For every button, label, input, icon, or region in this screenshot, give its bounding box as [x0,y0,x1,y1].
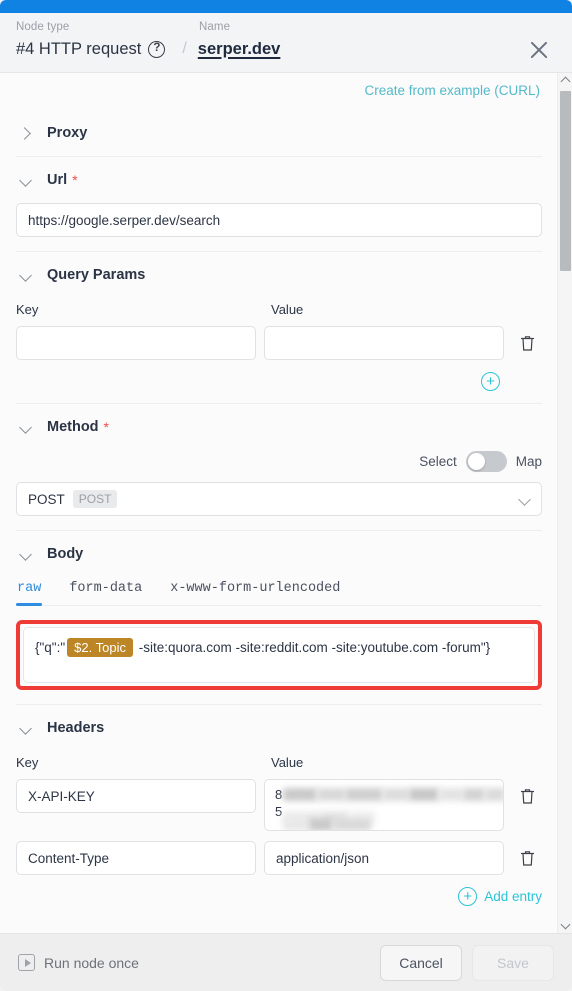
section-method-title: Method [47,419,99,435]
node-name-value[interactable]: serper.dev [198,40,281,59]
panel-top-accent-bar [0,0,572,13]
node-type-value: #4 HTTP request [16,40,142,58]
expression-chip[interactable]: $2. Topic [67,638,133,657]
redacted-first-char: 8 [274,787,283,802]
create-from-curl-link[interactable]: Create from example (CURL) [364,83,540,98]
blur-block [438,788,463,801]
section-method: Method * Select Map POST POST [16,403,542,530]
node-detail-panel: Node type Name #4 HTTP request ? / serpe… [0,0,572,991]
body-tabs: raw form-data x-www-form-urlencoded [16,577,542,606]
section-headers: Headers Key Value 8 [16,704,542,916]
trash-icon[interactable] [513,326,542,360]
section-proxy-title: Proxy [47,125,88,141]
required-asterisk: * [103,419,109,435]
run-node-once-button[interactable]: Run node once [18,954,139,971]
query-param-value-input[interactable] [263,326,504,360]
section-proxy-header[interactable]: Proxy [16,110,542,156]
blur-block [282,788,317,801]
chevron-down-icon [16,170,36,190]
headers-value-label: Value [271,755,304,770]
url-input[interactable] [16,203,542,237]
node-name-label: Name [199,21,231,33]
header-row [16,841,542,885]
panel-footer: Run node once Cancel Save [0,933,572,991]
section-headers-header[interactable]: Headers [16,705,542,751]
blur-block [308,818,333,830]
section-body-title: Body [47,546,84,562]
chevron-right-icon [16,123,36,143]
tab-x-www-form-urlencoded[interactable]: x-www-form-urlencoded [169,579,341,605]
save-button[interactable]: Save [472,944,554,981]
blur-block [462,788,485,801]
blur-block [316,788,345,801]
toggle-map-label: Map [515,454,542,469]
redacted-first-char: 5 [274,804,283,819]
section-url: Url * [16,156,542,251]
section-query-params-title: Query Params [47,267,146,283]
play-icon [18,954,35,971]
blur-block [484,788,503,801]
chevron-down-icon [16,417,36,437]
header-key-input[interactable] [16,841,256,875]
method-selected-chip: POST [72,490,118,508]
body-prefix-text: {"q":" [35,640,66,655]
section-query-params: Query Params Key Value + [16,251,542,403]
header-value-input[interactable] [263,841,504,875]
method-select[interactable]: POST POST [16,482,542,516]
panel-header: Node type Name #4 HTTP request ? / serpe… [0,13,572,73]
query-param-key-input[interactable] [16,326,256,360]
chevron-down-icon [16,265,36,285]
header-row: 8 5 [16,779,542,841]
method-selected-value: POST [28,491,65,507]
headers-key-label: Key [16,755,39,770]
tab-raw[interactable]: raw [16,579,43,606]
section-url-header[interactable]: Url * [16,157,542,203]
query-params-key-label: Key [16,302,39,317]
trash-icon[interactable] [513,841,542,875]
plus-circle-icon[interactable]: + [458,887,478,906]
toggle-select-label: Select [419,454,457,469]
chevron-down-icon [16,718,36,738]
blur-block [408,788,439,801]
cancel-button[interactable]: Cancel [380,944,462,981]
tab-form-data[interactable]: form-data [68,579,143,605]
section-proxy: Proxy [16,110,542,156]
select-map-toggle[interactable] [465,451,507,472]
header-separator: / [182,40,187,57]
query-params-value-label: Value [271,302,304,317]
blur-block [344,788,383,801]
body-suffix-text: -site:quora.com -site:reddit.com -site:y… [134,640,491,655]
section-query-params-header[interactable]: Query Params [16,252,542,298]
chevron-down-icon [518,493,531,506]
trash-icon[interactable] [513,779,542,813]
section-body: Body raw form-data x-www-form-urlencoded… [16,530,542,690]
query-param-row [16,326,542,370]
plus-circle-icon[interactable]: + [481,372,500,391]
node-type-label: Node type [16,21,70,33]
section-url-title: Url [47,172,68,188]
blur-block [382,788,409,801]
header-key-input[interactable] [16,779,256,813]
scroll-up-arrow-icon[interactable] [558,73,572,87]
question-circle-icon[interactable]: ? [148,40,166,58]
body-editor-highlight: {"q":" $2. Topic -site:quora.com -site:re… [16,620,542,690]
blur-block [282,818,309,830]
scroll-down-arrow-icon[interactable] [558,919,572,933]
header-value-redacted-input[interactable]: 8 5 [263,779,504,831]
vertical-scrollbar[interactable] [557,73,572,933]
close-icon[interactable] [526,37,552,63]
section-headers-title: Headers [47,720,105,736]
section-method-header[interactable]: Method * [16,404,542,450]
panel-scroll-body: Create from example (CURL) Proxy Url * h… [0,73,572,933]
chevron-down-icon [16,544,36,564]
add-entry-button[interactable]: Add entry [484,889,542,904]
body-raw-editor[interactable]: {"q":" $2. Topic -site:quora.com -site:re… [23,627,535,683]
run-node-once-label: Run node once [44,954,139,971]
scrollbar-thumb[interactable] [560,91,571,271]
section-body-header[interactable]: Body [16,531,542,577]
toggle-knob [467,453,485,470]
required-asterisk: * [72,172,78,188]
blur-block [332,818,371,830]
